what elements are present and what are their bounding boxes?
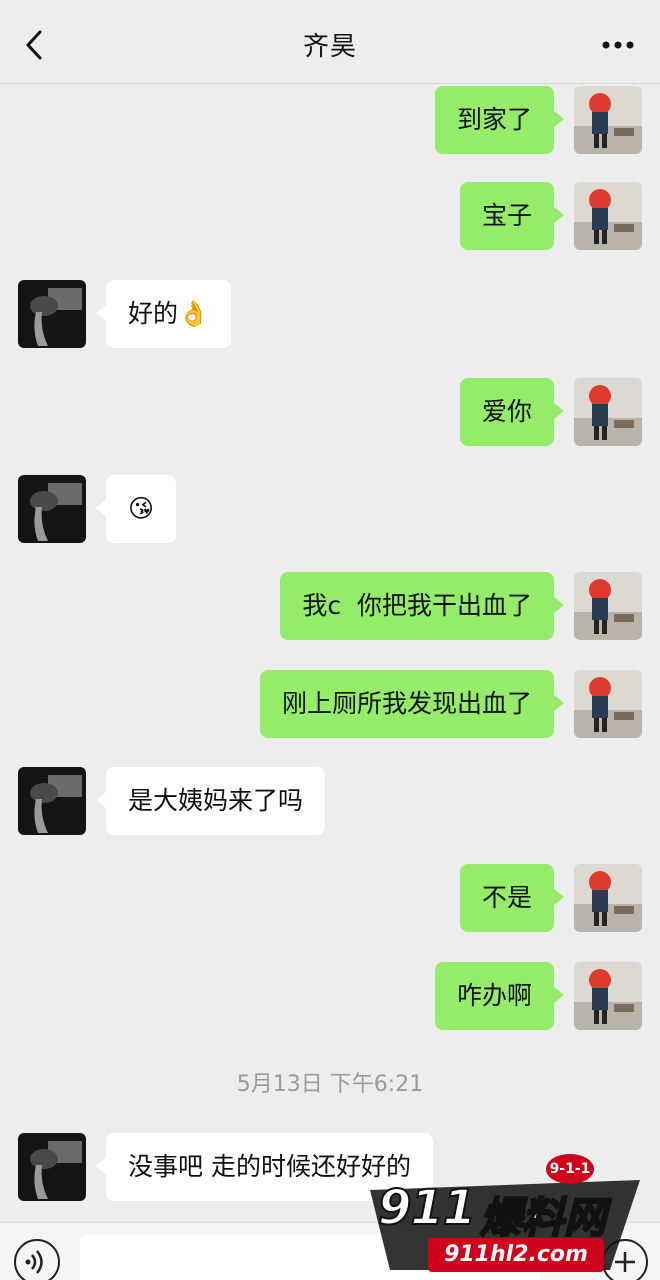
message-row: 😘: [0, 475, 660, 543]
message-row: 刚上厕所我发现出血了: [0, 670, 660, 738]
message-bubble[interactable]: 是大姨妈来了吗: [95, 767, 326, 835]
message-row: 是大姨妈来了吗: [0, 767, 660, 835]
message-row: 爱你: [0, 378, 660, 446]
message-row: 不是: [0, 864, 660, 932]
message-bubble[interactable]: 刚上厕所我发现出血了: [259, 670, 565, 738]
chat-title: 齐昊: [302, 32, 357, 62]
message-row: 我c 你把我干出血了: [0, 572, 660, 640]
message-bubble[interactable]: 我c 你把我干出血了: [280, 572, 564, 640]
avatar[interactable]: [574, 86, 642, 154]
watermark-brand: 911: [377, 1179, 477, 1237]
watermark-brand-cn: 爆料网: [479, 1192, 607, 1243]
message-bubble[interactable]: 爱你: [459, 378, 565, 446]
chat-header: 齐昊: [0, 0, 660, 84]
watermark-url: 911hl2.com: [428, 1238, 604, 1272]
avatar[interactable]: [18, 767, 86, 835]
avatar[interactable]: [574, 182, 642, 250]
message-bubble[interactable]: 到家了: [434, 86, 565, 154]
message-bubble[interactable]: 宝子: [459, 182, 565, 250]
message-bubble[interactable]: 😘: [95, 475, 177, 543]
message-bubble[interactable]: 不是: [459, 864, 565, 932]
avatar[interactable]: [574, 670, 642, 738]
watermark-badge: 9-1-1: [546, 1154, 594, 1184]
message-bubble[interactable]: 咋办啊: [434, 962, 565, 1030]
message-row: 到家了: [0, 86, 660, 154]
avatar[interactable]: [574, 864, 642, 932]
more-dots-icon[interactable]: [602, 40, 634, 50]
avatar[interactable]: [574, 378, 642, 446]
avatar[interactable]: [18, 280, 86, 348]
message-row: 好的👌: [0, 280, 660, 348]
avatar[interactable]: [574, 962, 642, 1030]
voice-icon[interactable]: [14, 1239, 60, 1280]
message-bubble[interactable]: 好的👌: [95, 280, 232, 348]
avatar[interactable]: [18, 475, 86, 543]
avatar[interactable]: [18, 1133, 86, 1201]
timestamp: 5月13日 下午6:21: [236, 1072, 424, 1097]
message-row: 宝子: [0, 182, 660, 250]
watermark-logo: 9-1-1 911 爆料网 911hl2.com: [360, 1150, 660, 1280]
message-row: 咋办啊: [0, 962, 660, 1030]
avatar[interactable]: [574, 572, 642, 640]
